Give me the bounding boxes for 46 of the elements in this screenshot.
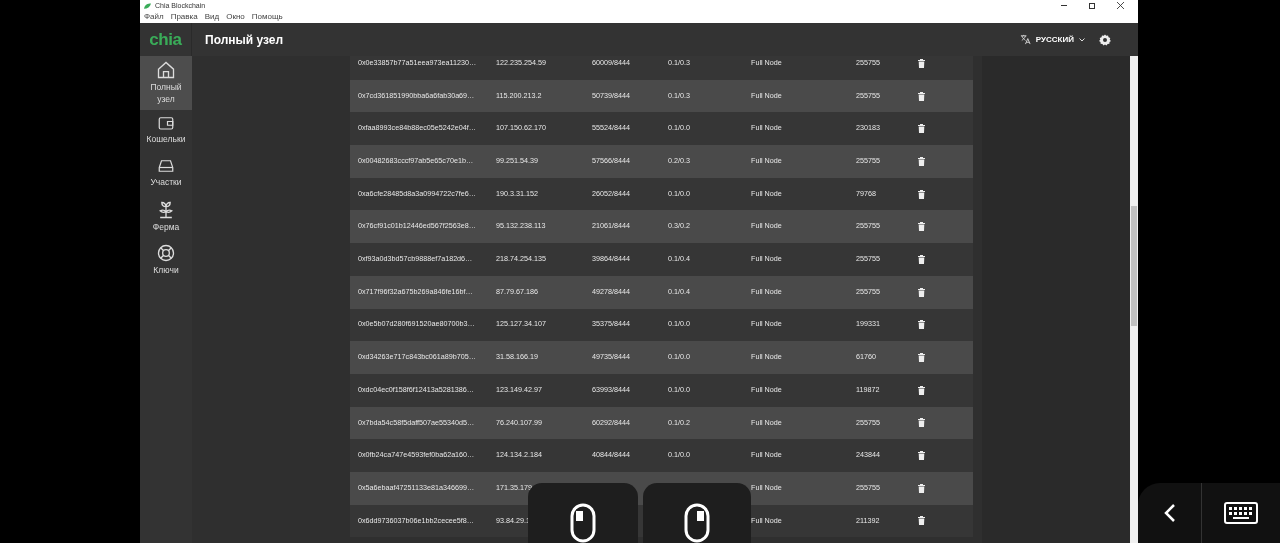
trash-icon[interactable] bbox=[918, 353, 925, 363]
trash-icon[interactable] bbox=[918, 91, 925, 101]
lifebuoy-icon bbox=[156, 243, 176, 263]
menu-item[interactable]: Вид bbox=[204, 13, 220, 21]
sidebar-item[interactable]: Полный узел bbox=[140, 56, 192, 110]
sidebar-item[interactable]: Ферма bbox=[140, 196, 192, 239]
settings-icon[interactable] bbox=[1099, 33, 1111, 46]
sprout-icon bbox=[156, 200, 176, 220]
trash-icon[interactable] bbox=[918, 254, 925, 264]
chevron-down-icon bbox=[1079, 37, 1085, 42]
sidebar-item[interactable]: Кошельки bbox=[140, 110, 192, 153]
menu-item[interactable]: Файл bbox=[144, 13, 164, 21]
trash-icon[interactable] bbox=[918, 385, 925, 395]
trash-icon[interactable] bbox=[918, 189, 925, 199]
mouse-icon bbox=[684, 503, 710, 543]
trash-icon[interactable] bbox=[918, 222, 925, 232]
keyboard-icon bbox=[1224, 502, 1258, 524]
page-title: Полный узел bbox=[205, 31, 284, 49]
translate-icon bbox=[1019, 34, 1031, 45]
trash-icon[interactable] bbox=[918, 58, 925, 68]
wallet-icon bbox=[157, 114, 175, 132]
menu-item[interactable]: Окно bbox=[226, 13, 245, 21]
trash-icon[interactable] bbox=[918, 516, 925, 526]
scrollbar[interactable] bbox=[1130, 56, 1138, 543]
leaf-icon bbox=[144, 2, 151, 9]
language-button[interactable]: РУССКИЙ bbox=[1019, 33, 1085, 46]
trash-icon[interactable] bbox=[918, 124, 925, 134]
trash-icon[interactable] bbox=[918, 483, 925, 493]
trash-icon[interactable] bbox=[918, 156, 925, 166]
sidebar-item[interactable]: Участки bbox=[140, 153, 192, 196]
drive-icon bbox=[156, 157, 176, 175]
trash-icon[interactable] bbox=[918, 287, 925, 297]
trash-icon[interactable] bbox=[918, 418, 925, 428]
mouse-icon bbox=[570, 503, 596, 543]
menu-item[interactable]: Помощь bbox=[251, 13, 283, 21]
trash-icon[interactable] bbox=[918, 451, 925, 461]
menu-item[interactable]: Правка bbox=[170, 13, 198, 21]
trash-icon[interactable] bbox=[918, 320, 925, 330]
home-icon bbox=[156, 60, 176, 80]
right-click-button[interactable] bbox=[643, 483, 751, 543]
scrollbar-thumb[interactable] bbox=[1131, 206, 1137, 326]
chevron-left-icon bbox=[1163, 503, 1176, 523]
restore-icon[interactable] bbox=[1089, 2, 1095, 9]
sidebar-item[interactable]: Ключи bbox=[140, 239, 192, 282]
logo: chia bbox=[149, 28, 182, 51]
close-icon[interactable] bbox=[1117, 2, 1124, 9]
